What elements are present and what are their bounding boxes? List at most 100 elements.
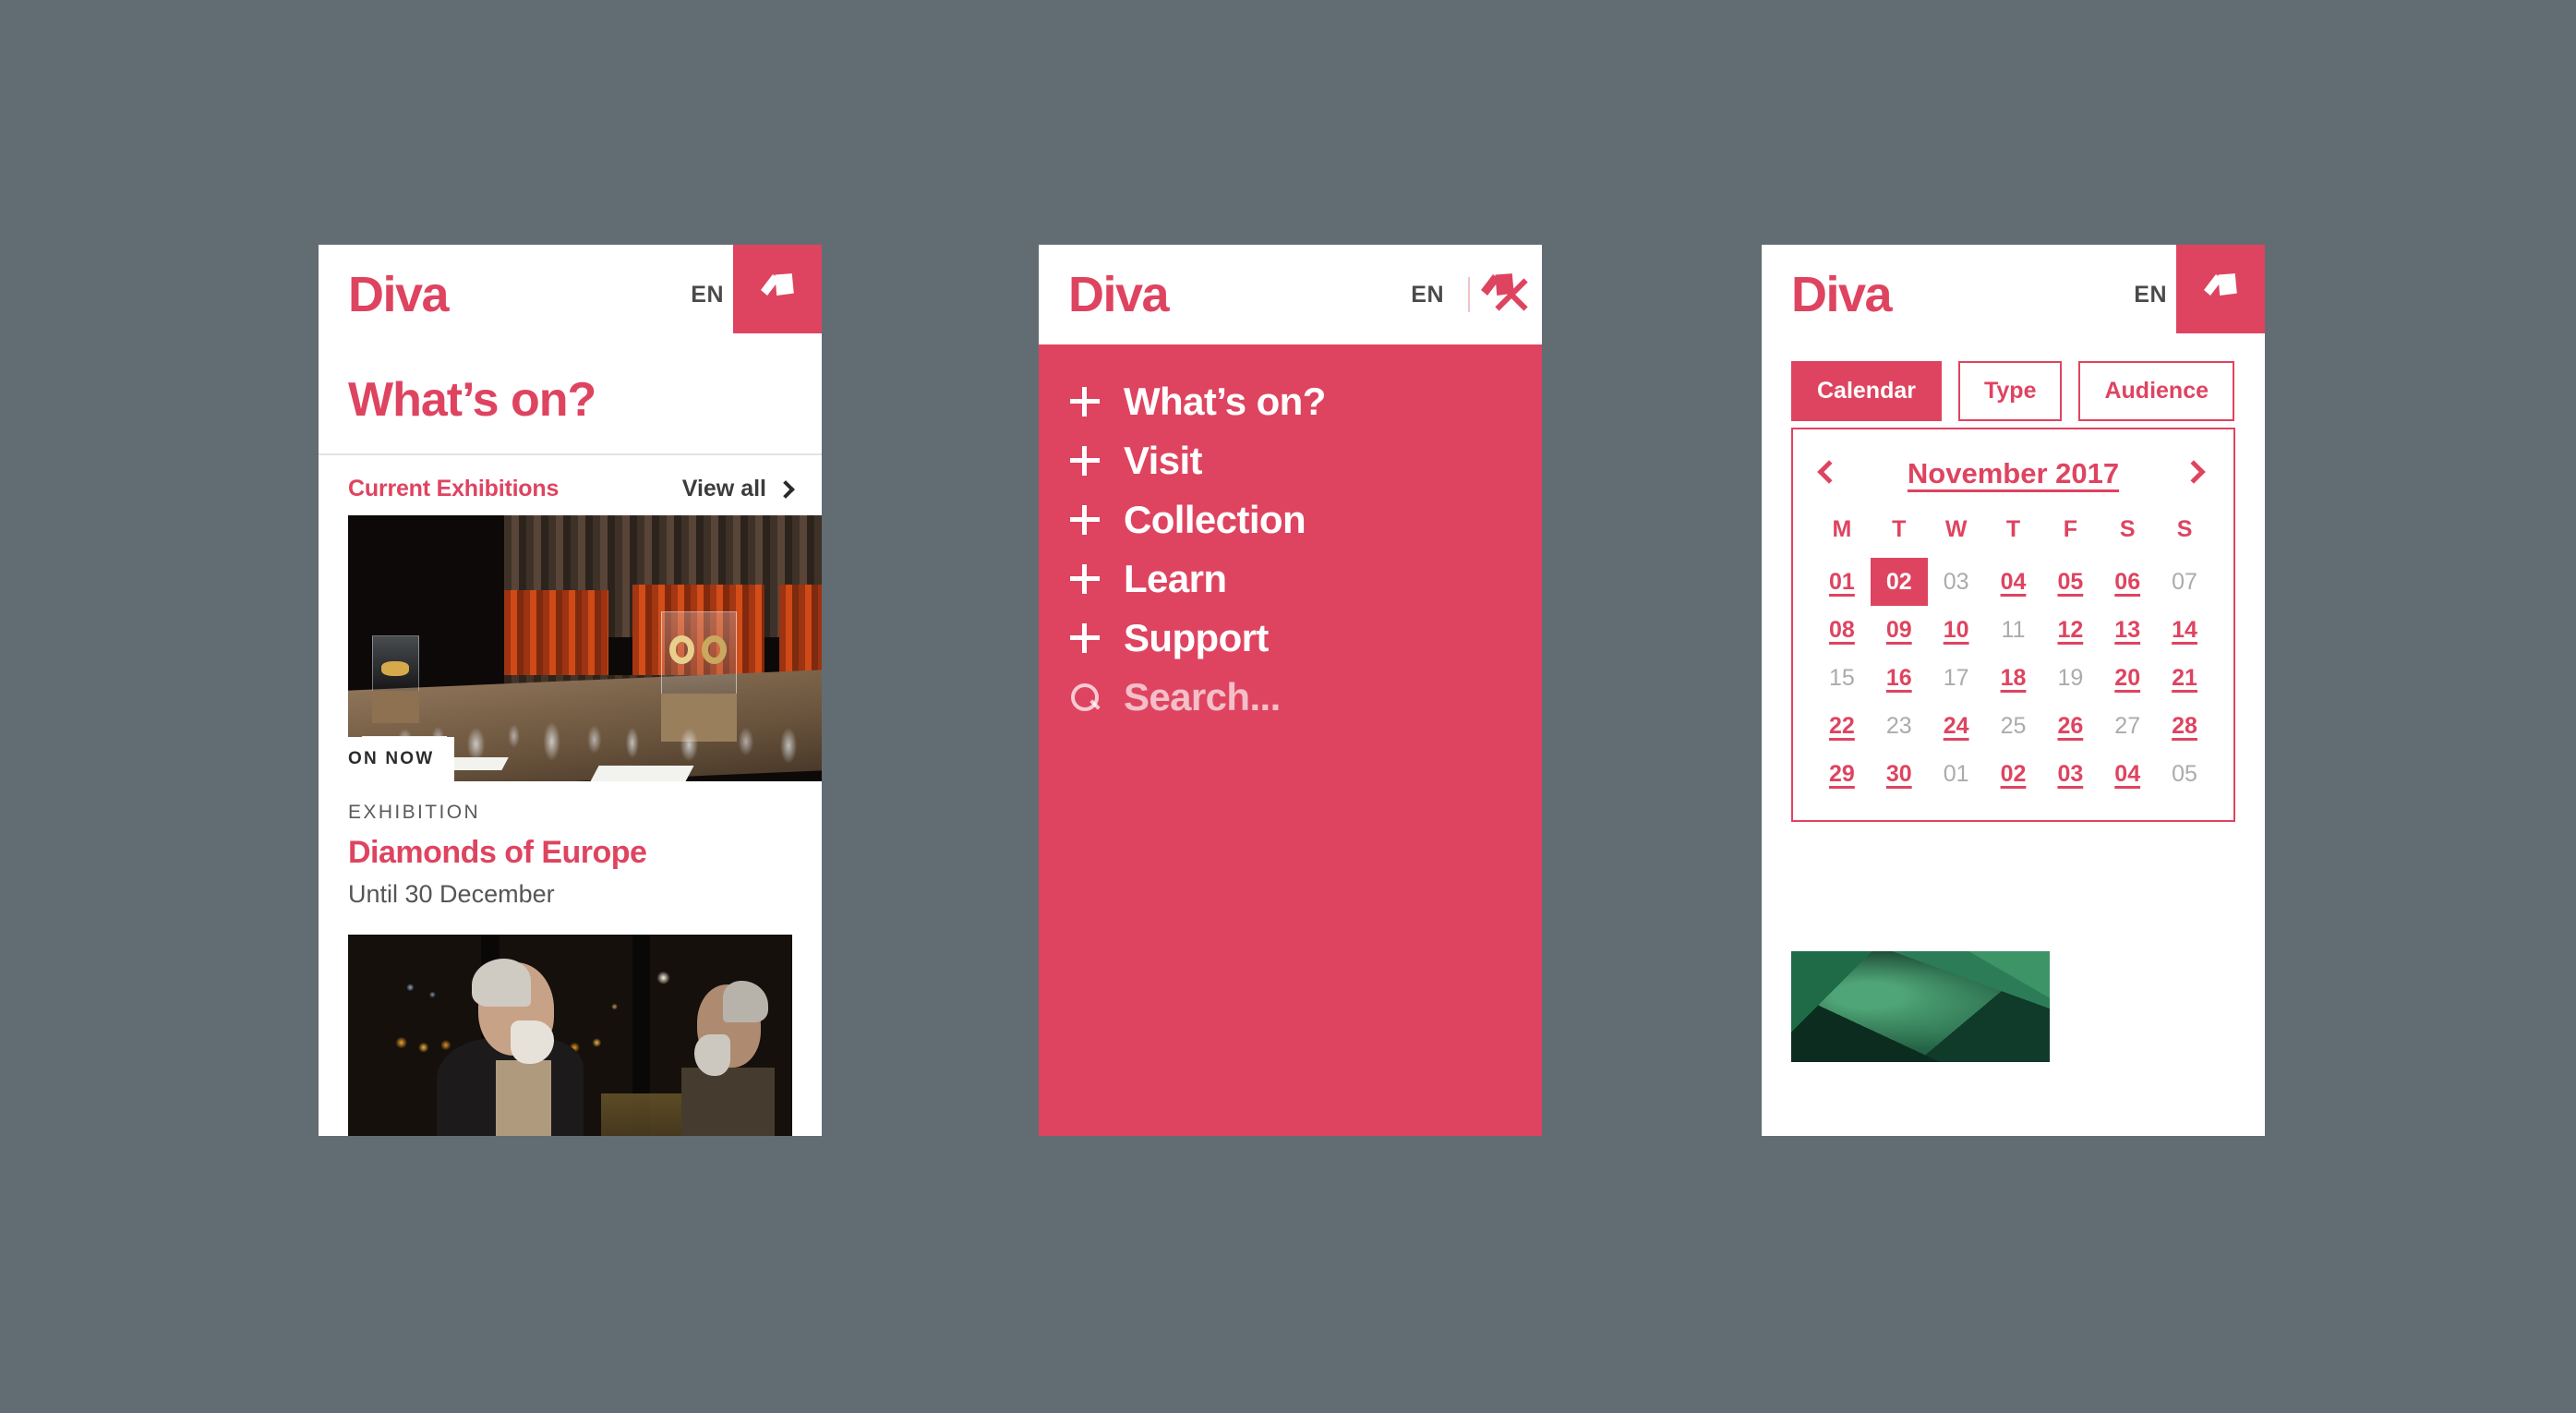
menu-item-search[interactable]: Search... xyxy=(1039,668,1542,727)
filter-audience-button[interactable]: Audience xyxy=(2078,361,2235,421)
card-kicker: EXHIBITION xyxy=(348,802,481,823)
tickets-button[interactable] xyxy=(733,245,822,333)
calendar-day[interactable]: 26 xyxy=(2041,702,2099,750)
calendar-day[interactable]: 13 xyxy=(2099,606,2156,654)
calendar-day[interactable]: 08 xyxy=(1813,606,1871,654)
calendar-day[interactable]: 04 xyxy=(1985,558,2042,606)
calendar-day[interactable]: 27 xyxy=(2099,702,2156,750)
calendar-day[interactable]: 30 xyxy=(1871,750,1928,798)
menu-item-whats-on[interactable]: What’s on? xyxy=(1039,372,1542,431)
app-header-menu: Diva EN xyxy=(1039,245,1542,344)
phone-panel-menu: Diva EN What’s on? Visit Collection Lear… xyxy=(1039,245,1542,1136)
next-month-button[interactable] xyxy=(2182,460,2206,484)
card-title[interactable]: Diamonds of Europe xyxy=(348,835,792,871)
plus-icon xyxy=(1070,505,1100,535)
calendar-day[interactable]: 01 xyxy=(1813,558,1871,606)
day-of-week-header: S xyxy=(2176,516,2193,542)
brand-logo[interactable]: Diva xyxy=(1068,270,1170,320)
prev-month-button[interactable] xyxy=(1817,460,1841,484)
menu-item-collection[interactable]: Collection xyxy=(1039,490,1542,550)
filter-bar: Calendar Type Audience xyxy=(1762,344,2265,440)
calendar-day[interactable]: 20 xyxy=(2099,654,2156,702)
menu-item-label: Support xyxy=(1124,616,1269,659)
view-all-link[interactable]: View all xyxy=(681,476,795,502)
day-of-week-header: T xyxy=(1892,516,1907,542)
chevron-right-icon xyxy=(2182,460,2206,484)
language-toggle[interactable]: EN xyxy=(1398,282,1457,308)
ticket-icon xyxy=(2204,273,2237,296)
calendar-day[interactable]: 03 xyxy=(1928,558,1985,606)
search-icon xyxy=(1070,682,1100,712)
page-title: What’s on? xyxy=(348,373,596,427)
phone-panel-calendar: Diva EN Calendar Type Audience November … xyxy=(1762,245,2265,1136)
tickets-button[interactable] xyxy=(2176,245,2265,333)
brand-logo[interactable]: Diva xyxy=(1791,270,1893,320)
calendar-day[interactable]: 28 xyxy=(2156,702,2213,750)
menu-item-label: Learn xyxy=(1124,557,1227,600)
calendar-day[interactable]: 04 xyxy=(2099,750,2156,798)
exhibition-card[interactable]: ON NOW EXHIBITION Diamonds of Europe Unt… xyxy=(319,515,822,909)
calendar-day[interactable]: 17 xyxy=(1928,654,1985,702)
language-toggle[interactable]: EN xyxy=(678,282,737,308)
calendar-day[interactable]: 16 xyxy=(1871,654,1928,702)
calendar-day[interactable]: 21 xyxy=(2156,654,2213,702)
calendar-day[interactable]: 07 xyxy=(2156,558,2213,606)
calendar-day[interactable]: 09 xyxy=(1871,606,1928,654)
calendar-day[interactable]: 22 xyxy=(1813,702,1871,750)
calendar-day[interactable]: 15 xyxy=(1813,654,1871,702)
section-header-current-exhibitions: Current Exhibitions View all xyxy=(319,455,822,515)
plus-icon xyxy=(1070,623,1100,653)
museum-visitor-photo xyxy=(348,935,792,1136)
calendar-day[interactable]: 03 xyxy=(2041,750,2099,798)
search-input[interactable]: Search... xyxy=(1124,675,1281,719)
brand-logo[interactable]: Diva xyxy=(348,270,450,320)
exhibition-card-body: EXHIBITION Diamonds of Europe Until 30 D… xyxy=(319,781,822,909)
tickets-button[interactable] xyxy=(1453,245,1542,333)
calendar-day[interactable]: 05 xyxy=(2041,558,2099,606)
calendar-day[interactable]: 02 xyxy=(1985,750,2042,798)
app-header-calendar: Diva EN xyxy=(1762,245,2265,344)
calendar-day[interactable]: 23 xyxy=(1871,702,1928,750)
calendar-day[interactable]: 19 xyxy=(2041,654,2099,702)
calendar-day[interactable]: 02 xyxy=(1870,558,1928,606)
calendar-day[interactable]: 10 xyxy=(1928,606,1985,654)
calendar-day[interactable]: 11 xyxy=(1985,606,2042,654)
calendar-day[interactable]: 29 xyxy=(1813,750,1871,798)
menu-item-learn[interactable]: Learn xyxy=(1039,550,1542,609)
calendar-day[interactable]: 14 xyxy=(2156,606,2213,654)
screenshot-stage: Diva EN What’s on? Current Exhibitions V… xyxy=(0,0,2576,1413)
filter-calendar-button[interactable]: Calendar xyxy=(1791,361,1942,421)
chevron-right-icon xyxy=(776,479,795,499)
plus-icon xyxy=(1070,564,1100,594)
chevron-left-icon xyxy=(1817,460,1841,484)
calendar-day[interactable]: 24 xyxy=(1928,702,1985,750)
calendar-day[interactable]: 05 xyxy=(2156,750,2213,798)
menu-item-label: What’s on? xyxy=(1124,380,1326,423)
menu-item-label: Visit xyxy=(1124,439,1203,482)
museum-visitor-artwork xyxy=(348,935,792,1136)
menu-item-support[interactable]: Support xyxy=(1039,609,1542,668)
exhibition-card-secondary[interactable] xyxy=(319,935,822,1136)
emerald-crystal-artwork xyxy=(1791,951,2050,1062)
filter-type-button[interactable]: Type xyxy=(1957,361,2063,421)
emerald-crystal-photo xyxy=(1791,951,2050,1062)
calendar-day[interactable]: 06 xyxy=(2099,558,2156,606)
calendar-day[interactable]: 01 xyxy=(1928,750,1985,798)
menu-item-visit[interactable]: Visit xyxy=(1039,431,1542,490)
calendar-month-label[interactable]: November 2017 xyxy=(1908,457,2119,490)
calendar-day[interactable]: 18 xyxy=(1985,654,2042,702)
calendar-widget: November 2017 M T W T F S S 01 02 03 04 … xyxy=(1791,428,2235,822)
view-all-label: View all xyxy=(681,476,766,501)
calendar-day[interactable]: 25 xyxy=(1985,702,2042,750)
day-of-week-header: T xyxy=(2005,516,2021,542)
calendar-day[interactable]: 12 xyxy=(2041,606,2099,654)
day-of-week-header: M xyxy=(1832,516,1852,542)
section-label: Current Exhibitions xyxy=(348,476,560,501)
day-of-week-header: W xyxy=(1944,516,1968,542)
language-toggle[interactable]: EN xyxy=(2121,282,2180,308)
calendar-grid: M T W T F S S 01 02 03 04 05 06 07 08 09… xyxy=(1813,511,2213,798)
day-of-week-header: F xyxy=(2063,516,2077,542)
app-header: Diva EN xyxy=(319,245,822,344)
status-badge: ON NOW xyxy=(348,737,455,781)
calendar-header: November 2017 xyxy=(1813,448,2213,511)
